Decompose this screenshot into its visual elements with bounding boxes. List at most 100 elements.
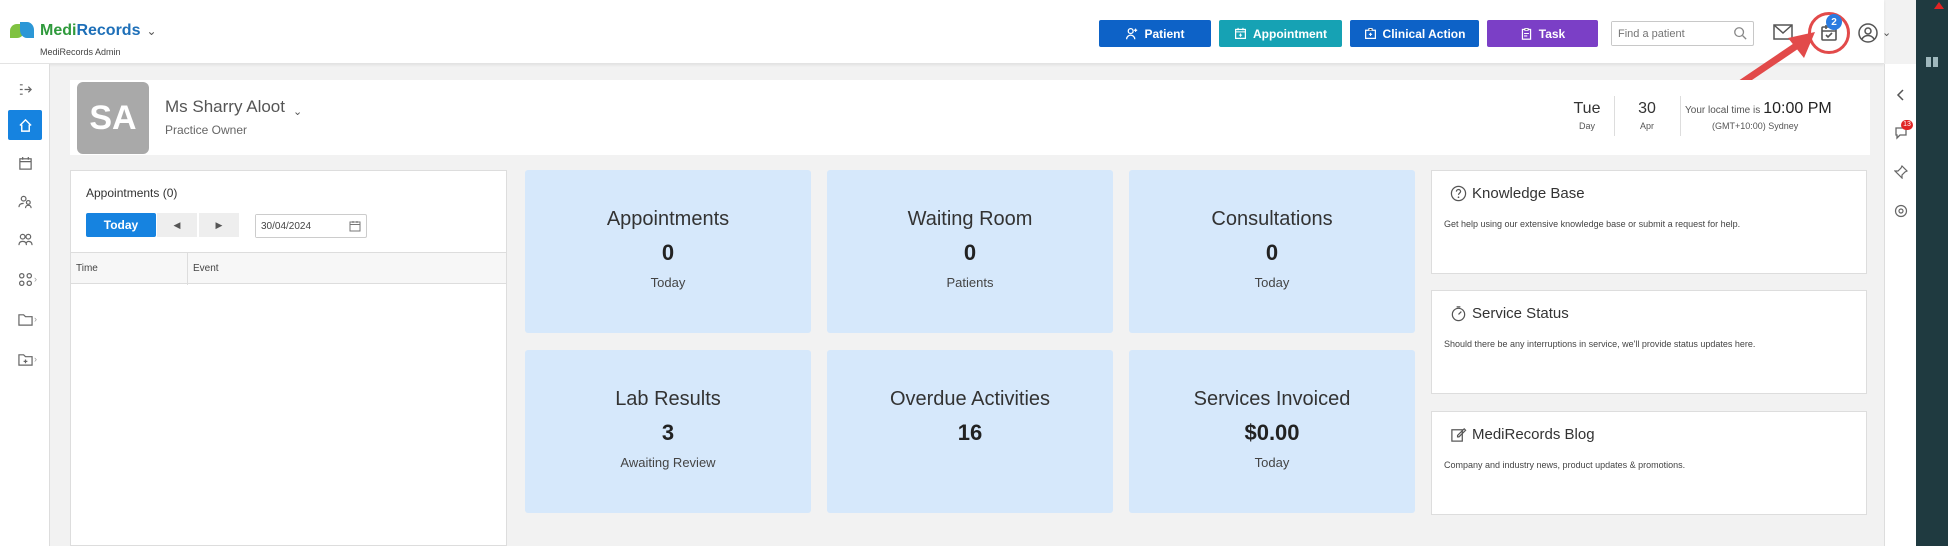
- blog-panel[interactable]: MediRecords Blog Company and industry ne…: [1431, 411, 1867, 515]
- chevron-right-icon: ›: [34, 314, 37, 324]
- day-name: Tue: [1573, 100, 1601, 117]
- clinical-action-label: Clinical Action: [1382, 26, 1466, 41]
- service-status-panel[interactable]: Service Status Should there be any inter…: [1431, 290, 1867, 394]
- logo-text-medi: Medi: [40, 22, 77, 39]
- sidebar-item-patients[interactable]: [8, 186, 42, 216]
- apps-icon: [18, 272, 32, 286]
- folder-add-icon: [17, 353, 33, 366]
- stat-card-waiting-room[interactable]: Waiting Room 0 Patients: [827, 170, 1113, 333]
- column-divider: [187, 253, 188, 285]
- sidebar-item-contacts[interactable]: [8, 224, 42, 254]
- stat-value: 0: [963, 240, 977, 265]
- book-icon[interactable]: [1925, 56, 1939, 68]
- next-day-button[interactable]: ▶: [199, 213, 239, 237]
- local-time-value: 10:00 PM: [1763, 100, 1832, 117]
- right-toolbar: [1884, 64, 1916, 546]
- top-header: MediRecords ⌄ MediRecords Admin Patient …: [0, 0, 1891, 64]
- stat-subtitle: Today: [650, 275, 686, 290]
- stat-card-consultations[interactable]: Consultations 0 Today: [1129, 170, 1415, 333]
- chevron-right-icon: ›: [34, 274, 37, 284]
- gauge-icon: [1451, 306, 1466, 322]
- divider: [1614, 96, 1615, 136]
- column-header-event: Event: [193, 263, 219, 274]
- medical-bag-icon: [1364, 28, 1376, 39]
- today-button[interactable]: Today: [86, 213, 156, 237]
- org-name: MediRecords Admin: [40, 47, 121, 57]
- local-time-label: Your local time is: [1685, 105, 1761, 116]
- stat-value: 0: [661, 240, 675, 265]
- logo-text-records: Records: [76, 22, 141, 39]
- tasks-count-badge: 2: [1826, 14, 1842, 30]
- stat-card-appointments[interactable]: Appointments 0 Today: [525, 170, 811, 333]
- stat-value: 3: [661, 420, 675, 445]
- new-task-button[interactable]: Task: [1487, 20, 1598, 47]
- date-field[interactable]: [256, 215, 342, 237]
- panel-description: Company and industry news, product updat…: [1444, 460, 1686, 470]
- panel-description: Should there be any interruptions in ser…: [1444, 339, 1756, 349]
- calendar-icon: [18, 156, 32, 170]
- chevron-down-icon[interactable]: ⌄: [146, 24, 156, 38]
- stat-title: Lab Results: [615, 388, 721, 410]
- clinical-action-button[interactable]: Clinical Action: [1350, 20, 1479, 47]
- stat-title: Appointments: [606, 208, 730, 230]
- stat-card-overdue-activities[interactable]: Overdue Activities 16: [827, 350, 1113, 513]
- new-patient-label: Patient: [1144, 26, 1185, 41]
- stat-card-services-invoiced[interactable]: Services Invoiced $0.00 Today: [1129, 350, 1415, 513]
- user-role: Practice Owner: [165, 123, 248, 137]
- panel-title: Service Status: [1472, 305, 1569, 322]
- user-profile-header: SA Ms Sharry Aloot ⌄ Practice Owner Tue …: [70, 80, 1870, 155]
- patient-search-input[interactable]: [1612, 22, 1727, 45]
- appointments-grid-header: Time Event: [71, 252, 506, 285]
- avatar: SA: [77, 82, 149, 154]
- stat-subtitle: Today: [1254, 275, 1290, 290]
- stat-title: Consultations: [1211, 208, 1333, 230]
- expand-menu-icon: [19, 83, 32, 95]
- calendar-icon[interactable]: [349, 220, 361, 232]
- external-side-strip: [1916, 0, 1948, 546]
- panel-title: Knowledge Base: [1472, 185, 1585, 202]
- caret-up-icon: [1934, 2, 1944, 9]
- stat-title: Waiting Room: [907, 208, 1033, 230]
- column-header-time: Time: [76, 263, 98, 274]
- appointments-panel: Appointments (0) Today ◀ ▶ Time Event: [70, 170, 507, 546]
- date-value: 30: [1638, 100, 1656, 117]
- previous-day-button[interactable]: ◀: [157, 213, 197, 237]
- calendar-add-icon: [1235, 27, 1246, 39]
- help-circle-icon: [1450, 185, 1467, 202]
- chevron-down-icon[interactable]: ⌄: [293, 105, 302, 118]
- person-add-icon: [1126, 27, 1138, 40]
- timezone: (GMT+10:00) Sydney: [1712, 121, 1799, 131]
- new-patient-button[interactable]: Patient: [1099, 20, 1211, 47]
- date-number: 30 Apr: [1627, 100, 1667, 131]
- knowledge-base-panel[interactable]: Knowledge Base Get help using our extens…: [1431, 170, 1867, 274]
- sidebar-item-home[interactable]: [8, 110, 42, 140]
- home-icon: [18, 118, 32, 132]
- date-picker: [255, 214, 367, 238]
- pin-icon[interactable]: [1894, 165, 1908, 179]
- chevron-right-icon: ›: [34, 354, 37, 364]
- sidebar-expand[interactable]: [8, 74, 42, 104]
- day-label: Day: [1578, 121, 1595, 131]
- stat-subtitle: Patients: [946, 275, 994, 290]
- patients-icon: [17, 195, 32, 208]
- user-name[interactable]: Ms Sharry Aloot: [165, 97, 285, 117]
- divider: [1680, 96, 1681, 136]
- month-label: Apr: [1639, 121, 1654, 131]
- people-icon: [17, 233, 33, 245]
- stat-card-lab-results[interactable]: Lab Results 3 Awaiting Review: [525, 350, 811, 513]
- user-account-icon[interactable]: [1857, 22, 1879, 44]
- stat-value: 16: [957, 420, 983, 445]
- stat-title: Services Invoiced: [1193, 388, 1351, 410]
- at-sign-icon[interactable]: [1894, 204, 1908, 218]
- new-appointment-button[interactable]: Appointment: [1219, 20, 1342, 47]
- stat-title: Overdue Activities: [889, 388, 1051, 410]
- stat-value: $0.00: [1244, 420, 1300, 445]
- clipboard-icon: [1521, 28, 1531, 40]
- chevron-down-icon[interactable]: ⌄: [1882, 26, 1891, 39]
- medirecords-logo-icon: [8, 20, 36, 42]
- app-logo[interactable]: MediRecords ⌄: [8, 20, 157, 42]
- panel-description: Get help using our extensive knowledge b…: [1444, 219, 1741, 229]
- sidebar-item-calendar[interactable]: [8, 148, 42, 178]
- new-task-label: Task: [1538, 26, 1566, 41]
- new-appointment-label: Appointment: [1253, 26, 1327, 41]
